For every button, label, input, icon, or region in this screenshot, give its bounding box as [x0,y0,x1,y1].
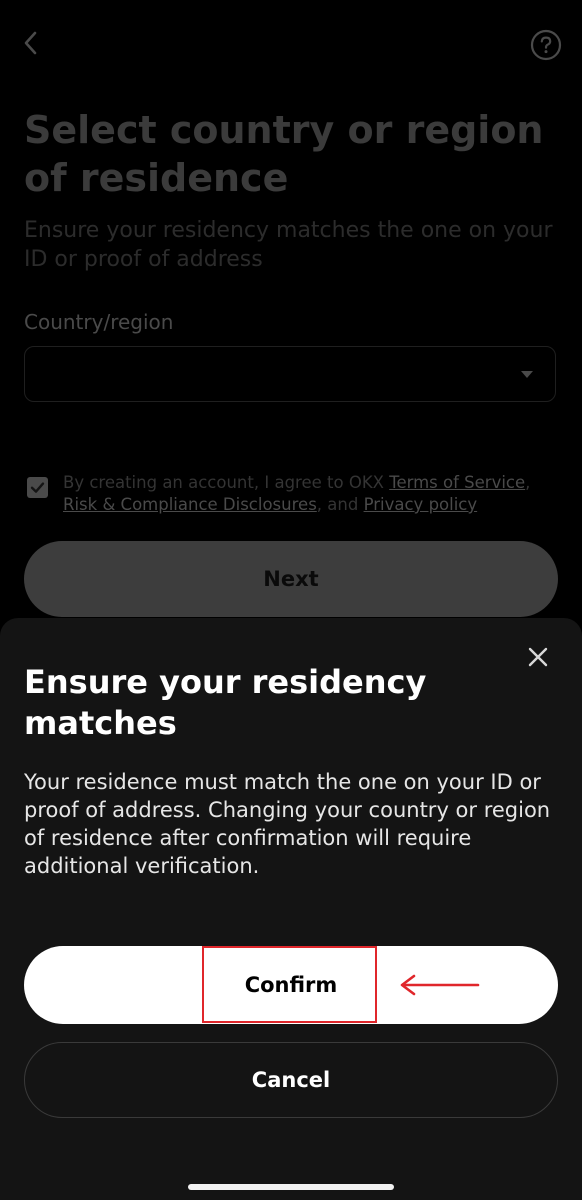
question-circle-icon [530,29,562,61]
page-subtitle: Ensure your residency matches the one on… [24,218,553,272]
privacy-policy-link[interactable]: Privacy policy [364,495,478,514]
agreement-separator: , [525,473,531,492]
sheet-title: Ensure your residency matches [24,663,427,742]
next-button[interactable]: Next [24,541,558,617]
risk-disclosures-link[interactable]: Risk & Compliance Disclosures [63,495,317,514]
app-screen: Select country or region of residence En… [0,0,582,1200]
terms-checkbox[interactable] [27,477,48,498]
help-button[interactable] [530,29,562,61]
checkmark-icon [30,482,45,493]
agreement-separator: , and [316,495,364,514]
back-button[interactable] [14,26,50,62]
country-region-label: Country/region [24,310,174,334]
terms-of-service-link[interactable]: Terms of Service [389,473,525,492]
caret-down-icon [521,371,533,378]
arrow-left-icon [400,974,480,996]
agreement-prefix: By creating an account, I agree to OKX [63,473,390,492]
page-title: Select country or region of residence [24,108,544,200]
terms-agreement-text: By creating an account, I agree to OKX T… [63,472,563,516]
cancel-button[interactable]: Cancel [24,1042,558,1118]
residency-confirmation-sheet: Ensure your residency matches Your resid… [0,618,582,1200]
home-indicator [188,1184,394,1190]
chevron-left-icon [24,31,37,55]
sheet-body: Your residence must match the one on you… [24,770,551,878]
country-region-select[interactable] [24,346,556,402]
